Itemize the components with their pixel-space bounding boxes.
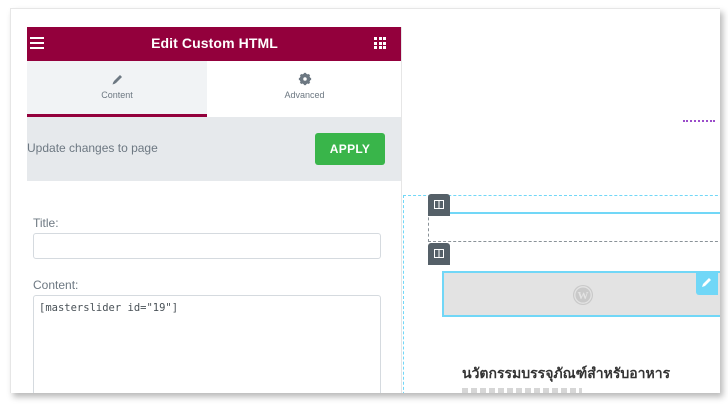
inner-section-border [428,241,720,242]
divider-dots [683,120,715,122]
title-input[interactable] [33,233,381,259]
title-label: Title: [33,216,59,230]
panel-header: Edit Custom HTML [27,27,401,61]
column-border [428,212,720,214]
update-bar: Update changes to page APPLY [27,117,401,181]
widget-edit-handle[interactable] [696,271,718,295]
tab-advanced-label: Advanced [284,90,325,100]
gear-icon [298,72,311,86]
wordpress-icon: W [573,285,593,305]
update-changes-text: Update changes to page [27,141,158,155]
pencil-icon [112,75,122,85]
widgets-grid-icon[interactable] [374,37,386,49]
columns-icon [434,249,444,258]
inner-section-handle[interactable] [428,243,450,265]
tab-content-label: Content [101,90,133,100]
panel-title: Edit Custom HTML [151,35,278,51]
panel-tabs: Content Advanced [27,61,401,117]
page-preview: W นวัตกรรมบรรจุภัณฑ์สำหรับอาหาร [402,9,720,393]
preview-heading: นวัตกรรมบรรจุภัณฑ์สำหรับอาหาร [462,366,671,382]
apply-button[interactable]: APPLY [315,133,385,165]
tab-content[interactable]: Content [27,61,207,117]
pencil-icon [702,278,711,287]
controls-section: Title: Content: [masterslider id="19"] [27,181,401,393]
editor-panel: Edit Custom HTML Content Advanced Update… [27,27,402,393]
custom-html-widget[interactable]: W [442,271,720,317]
columns-icon [434,200,444,209]
tab-advanced[interactable]: Advanced [207,61,401,117]
editor-window: Edit Custom HTML Content Advanced Update… [10,8,720,393]
content-textarea[interactable]: [masterslider id="19"] [33,295,381,393]
clipped-text-line [462,388,582,393]
content-label: Content: [33,278,79,292]
section-handle[interactable] [428,194,450,216]
column-side-border [428,212,429,242]
svg-text:W: W [578,290,589,302]
